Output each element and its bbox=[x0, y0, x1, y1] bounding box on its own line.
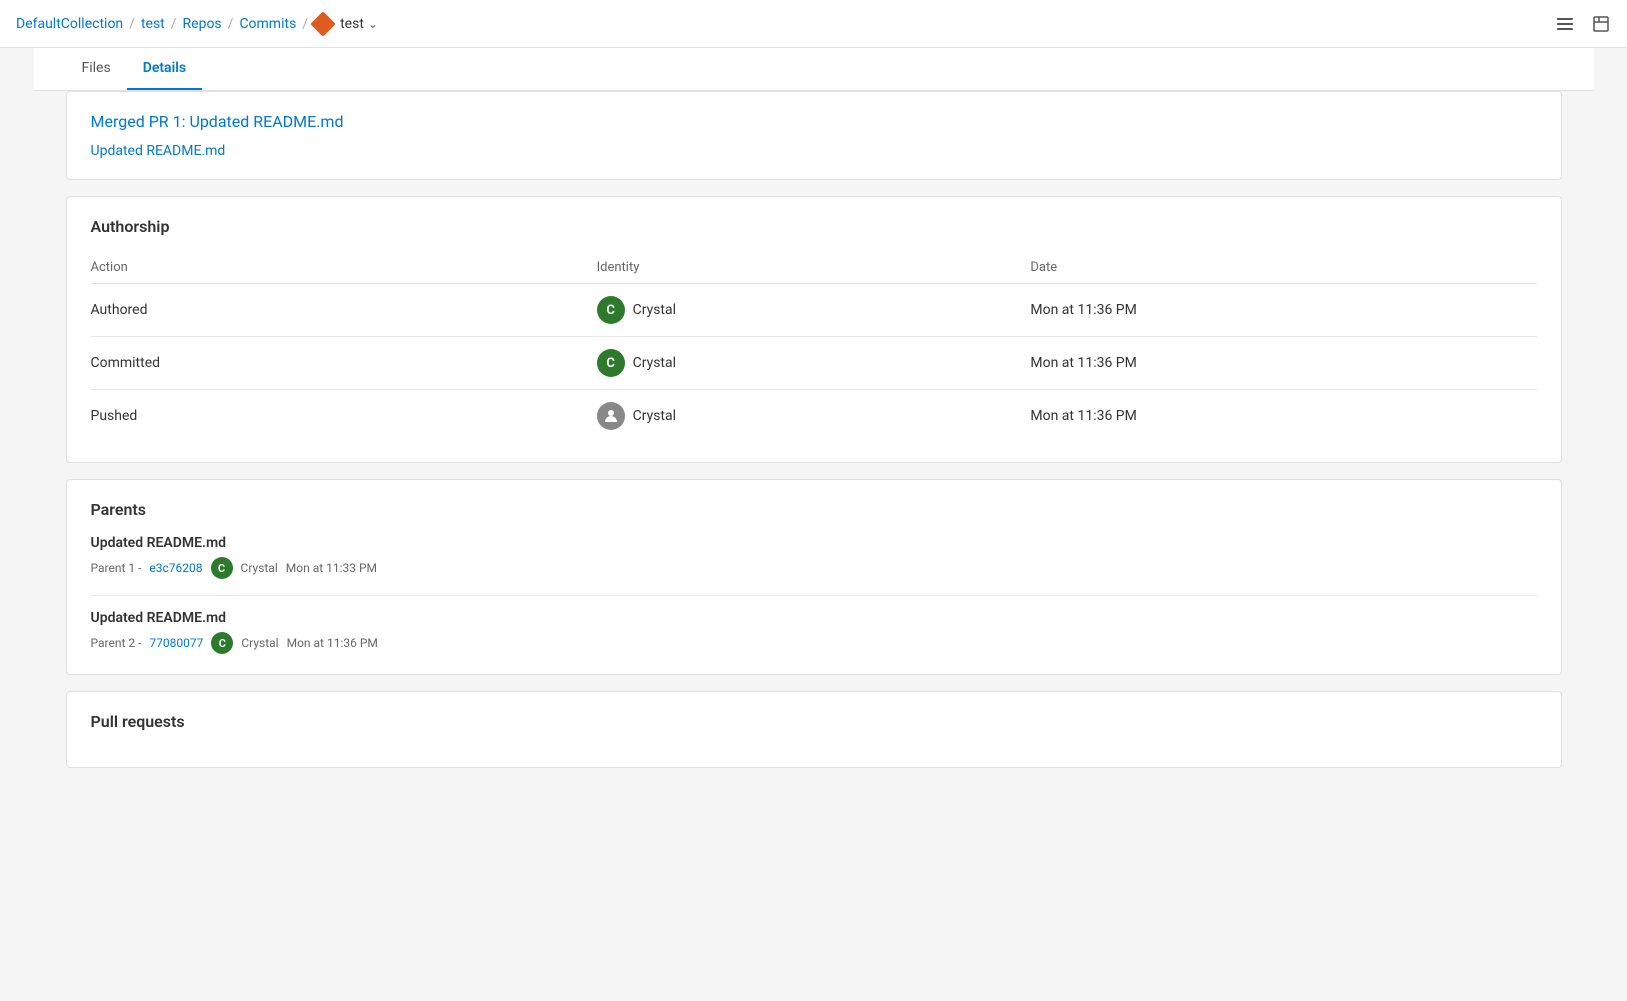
authorship-identity: C Crystal bbox=[597, 337, 1031, 390]
topbar: DefaultCollection / test / Repos / Commi… bbox=[0, 0, 1627, 48]
parent-date: Mon at 11:33 PM bbox=[286, 561, 377, 575]
avatar: C bbox=[597, 349, 625, 377]
parent-avatar: C bbox=[211, 632, 233, 654]
content-area: Merged PR 1: Updated README.md Updated R… bbox=[34, 91, 1594, 816]
parent-commit-title[interactable]: Updated README.md bbox=[91, 610, 1537, 626]
breadcrumb-repo-label: test bbox=[340, 16, 364, 32]
authorship-row: Pushed Crystal Mon at 11:36 PM bbox=[91, 390, 1537, 443]
parent-label: Parent 2 - bbox=[91, 636, 142, 650]
pull-requests-title: Pull requests bbox=[91, 712, 1537, 731]
authorship-card: Authorship Action Identity Date Authored… bbox=[66, 196, 1562, 463]
parent-meta: Parent 1 - e3c76208 C Crystal Mon at 11:33 … bbox=[91, 557, 1537, 579]
package-icon[interactable] bbox=[1591, 14, 1611, 34]
repo-icon bbox=[310, 11, 335, 36]
breadcrumb-sep-4: / bbox=[302, 16, 308, 32]
parents-title: Parents bbox=[91, 500, 1537, 519]
parent-hash[interactable]: 77080077 bbox=[149, 636, 203, 650]
parent-date: Mon at 11:36 PM bbox=[287, 636, 378, 650]
chevron-down-icon: ⌄ bbox=[368, 17, 378, 31]
parent-divider bbox=[91, 595, 1537, 596]
parent-hash[interactable]: e3c76208 bbox=[149, 561, 202, 575]
commit-description[interactable]: Updated README.md bbox=[91, 143, 1537, 159]
authorship-action: Authored bbox=[91, 284, 597, 337]
commit-title[interactable]: Merged PR 1: Updated README.md bbox=[91, 112, 1537, 131]
col-header-identity: Identity bbox=[597, 252, 1031, 284]
authorship-identity: Crystal bbox=[597, 390, 1031, 443]
parent-avatar: C bbox=[211, 557, 233, 579]
parent-meta: Parent 2 - 77080077 C Crystal Mon at 11:36 … bbox=[91, 632, 1537, 654]
identity-name: Crystal bbox=[633, 408, 676, 424]
parents-list: Updated README.md Parent 1 - e3c76208 C Cry… bbox=[91, 535, 1537, 654]
main-content: Files Details Merged PR 1: Updated READM… bbox=[34, 48, 1594, 816]
col-header-action: Action bbox=[91, 252, 597, 284]
col-header-date: Date bbox=[1030, 252, 1536, 284]
tab-details[interactable]: Details bbox=[127, 48, 202, 90]
authorship-title: Authorship bbox=[91, 217, 1537, 236]
parents-card: Parents Updated README.md Parent 1 - e3c7… bbox=[66, 479, 1562, 675]
authorship-date: Mon at 11:36 PM bbox=[1030, 390, 1536, 443]
authorship-action: Pushed bbox=[91, 390, 597, 443]
breadcrumb-test[interactable]: test bbox=[141, 16, 165, 32]
parent-commit-title[interactable]: Updated README.md bbox=[91, 535, 1537, 551]
tab-files[interactable]: Files bbox=[66, 48, 127, 90]
avatar: C bbox=[597, 296, 625, 324]
parent-item: Updated README.md Parent 1 - e3c76208 C Cry… bbox=[91, 535, 1537, 579]
parent-author: Crystal bbox=[241, 636, 278, 650]
list-icon[interactable] bbox=[1555, 14, 1575, 34]
tabs-bar: Files Details bbox=[34, 48, 1594, 91]
breadcrumb-sep-1: / bbox=[129, 16, 135, 32]
breadcrumb-default-collection[interactable]: DefaultCollection bbox=[16, 16, 123, 32]
identity-name: Crystal bbox=[633, 355, 676, 371]
authorship-row: AuthoredC Crystal Mon at 11:36 PM bbox=[91, 284, 1537, 337]
breadcrumb-repo-name[interactable]: test ⌄ bbox=[314, 15, 378, 33]
identity-name: Crystal bbox=[633, 302, 676, 318]
authorship-action: Committed bbox=[91, 337, 597, 390]
breadcrumb: DefaultCollection / test / Repos / Commi… bbox=[16, 15, 378, 33]
commit-message-card: Merged PR 1: Updated README.md Updated R… bbox=[66, 91, 1562, 180]
parent-label: Parent 1 - bbox=[91, 561, 142, 575]
breadcrumb-repos[interactable]: Repos bbox=[183, 16, 222, 32]
authorship-table: Action Identity Date AuthoredC Crystal Mon… bbox=[91, 252, 1537, 442]
pull-requests-card: Pull requests bbox=[66, 691, 1562, 768]
parent-item: Updated README.md Parent 2 - 77080077 C Cry… bbox=[91, 610, 1537, 654]
breadcrumb-sep-2: / bbox=[171, 16, 177, 32]
authorship-row: CommittedC Crystal Mon at 11:36 PM bbox=[91, 337, 1537, 390]
parent-author: Crystal bbox=[241, 561, 278, 575]
authorship-date: Mon at 11:36 PM bbox=[1030, 337, 1536, 390]
breadcrumb-sep-3: / bbox=[228, 16, 234, 32]
breadcrumb-commits[interactable]: Commits bbox=[239, 16, 296, 32]
topbar-actions bbox=[1555, 14, 1611, 34]
authorship-identity: C Crystal bbox=[597, 284, 1031, 337]
avatar-person bbox=[597, 402, 625, 430]
authorship-date: Mon at 11:36 PM bbox=[1030, 284, 1536, 337]
